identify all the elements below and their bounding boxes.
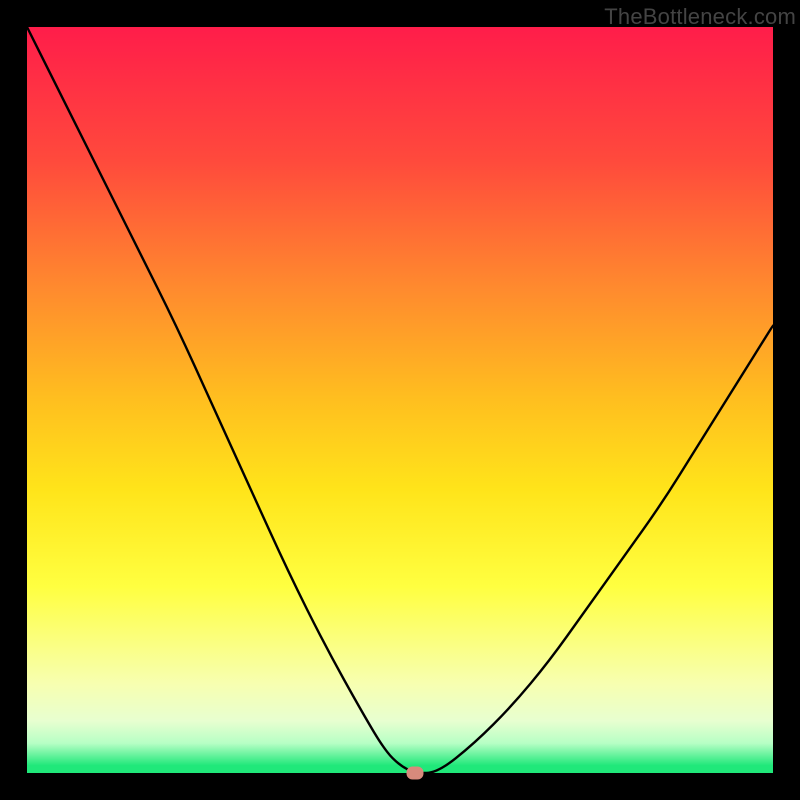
watermark-text: TheBottleneck.com bbox=[604, 4, 796, 30]
chart-curve-layer bbox=[27, 27, 773, 773]
bottleneck-curve-line bbox=[27, 27, 773, 773]
optimum-marker bbox=[406, 767, 423, 780]
